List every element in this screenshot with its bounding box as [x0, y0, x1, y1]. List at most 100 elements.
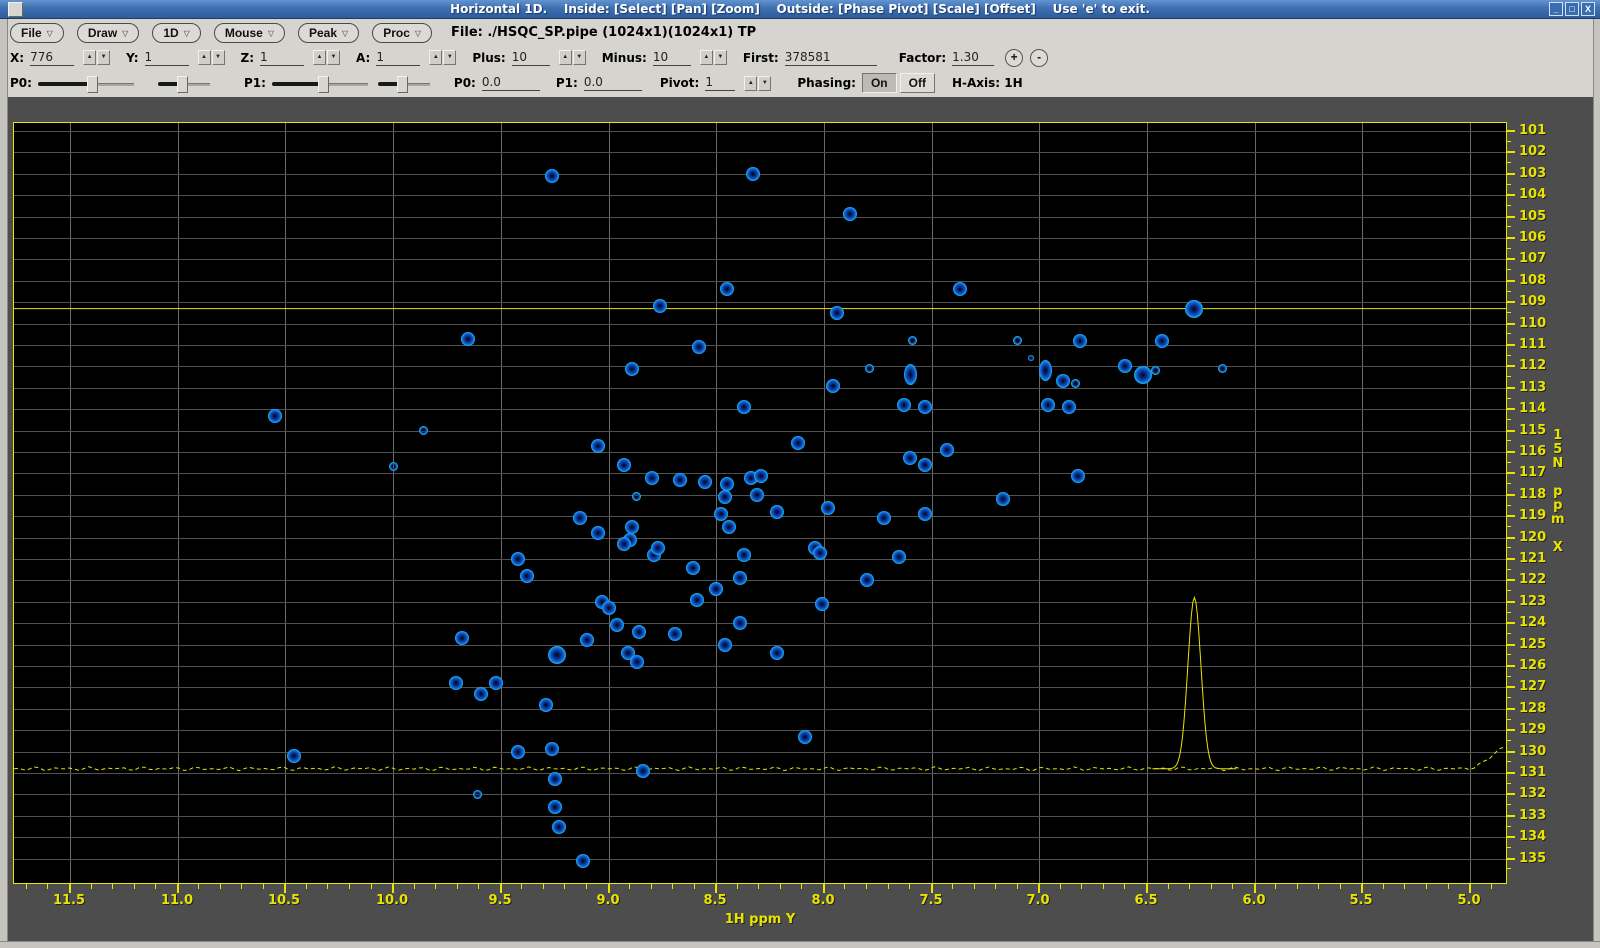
x-axis-tick-label: 7.5: [919, 893, 942, 908]
x-axis-major-tick: [823, 884, 825, 893]
p0-coarse-slider[interactable]: [38, 75, 134, 92]
pivot-field[interactable]: 1: [705, 75, 735, 91]
phasing-label: Phasing:: [797, 76, 856, 90]
gridline-vertical: [501, 123, 502, 883]
phasing-on-button[interactable]: On: [862, 73, 897, 93]
slider-thumb[interactable]: [397, 76, 408, 93]
y-axis-minor-tick: [1507, 333, 1511, 334]
plus-down-button[interactable]: ▼: [573, 50, 586, 65]
a-field[interactable]: 1: [376, 50, 420, 66]
gridline-horizontal: [14, 238, 1506, 239]
factor-field[interactable]: 1.30: [952, 50, 994, 66]
pivot-down-button[interactable]: ▼: [758, 76, 771, 91]
chevron-down-icon: ▽: [415, 29, 421, 38]
phasing-off-button[interactable]: Off: [900, 73, 935, 93]
scale-plus-button[interactable]: +: [1005, 49, 1023, 67]
hsqc-peak: [389, 462, 398, 471]
plus-up-button[interactable]: ▲: [559, 50, 572, 65]
p1-coarse-slider[interactable]: [272, 75, 368, 92]
p0-fine-slider[interactable]: [158, 75, 210, 92]
minimize-button[interactable]: _: [1549, 2, 1563, 16]
y-axis-minor-tick: [1507, 526, 1511, 527]
menu-button-proc[interactable]: Proc▽: [372, 23, 432, 43]
minus-field[interactable]: 10: [653, 50, 691, 66]
p1-fine-slider[interactable]: [378, 75, 430, 92]
factor-label: Factor:: [899, 51, 946, 65]
close-button[interactable]: X: [1581, 2, 1595, 16]
pivot-up-button[interactable]: ▲: [744, 76, 757, 91]
x-down-button[interactable]: ▼: [97, 50, 110, 65]
y-axis-minor-tick: [1507, 847, 1511, 848]
p0-value-field[interactable]: 0.0: [482, 75, 540, 91]
z-spinner: ▲▼: [313, 50, 340, 65]
slider-thumb[interactable]: [177, 76, 188, 93]
minus-spinner: ▲▼: [700, 50, 727, 65]
gridline-horizontal: [14, 174, 1506, 175]
menu-button-file[interactable]: File▽: [10, 23, 64, 43]
x-axis-minor-tick: [457, 884, 458, 889]
gridline-horizontal: [14, 516, 1506, 517]
plus-spinner: ▲▼: [559, 50, 586, 65]
x-axis-major-tick: [1469, 884, 1471, 893]
x-axis-major-tick: [1038, 884, 1040, 893]
x-axis-minor-tick: [26, 884, 27, 889]
x-axis-minor-tick: [1081, 884, 1082, 889]
plus-field[interactable]: 10: [512, 50, 550, 66]
y-axis-tick-label: 111: [1519, 337, 1546, 352]
maximize-button[interactable]: □: [1565, 2, 1579, 16]
menu-button-1d[interactable]: 1D▽: [152, 23, 201, 43]
spectrum-plot[interactable]: [13, 122, 1507, 884]
x-axis-major-tick: [284, 884, 286, 893]
scale-minus-button[interactable]: -: [1030, 49, 1048, 67]
hsqc-peak: [545, 742, 559, 756]
x-up-button[interactable]: ▲: [83, 50, 96, 65]
first-field[interactable]: 378581: [785, 50, 877, 66]
pivot-spinner: ▲ ▼: [744, 76, 771, 91]
x-axis-minor-tick: [198, 884, 199, 889]
x-axis-major-tick: [715, 884, 717, 893]
nmrdraw-window: Horizontal 1D. Inside: [Select] [Pan] [Z…: [0, 0, 1600, 948]
hsqc-peak: [602, 601, 616, 615]
p1-value-field[interactable]: 0.0: [584, 75, 642, 91]
hsqc-peak: [653, 299, 667, 313]
x-axis-minor-tick: [1383, 884, 1384, 889]
y-down-button[interactable]: ▼: [212, 50, 225, 65]
y-axis-minor-tick: [1507, 740, 1511, 741]
y-field[interactable]: 1: [145, 50, 189, 66]
minus-down-button[interactable]: ▼: [714, 50, 727, 65]
gridline-horizontal: [14, 687, 1506, 688]
y-axis-minor-tick: [1507, 761, 1511, 762]
x-axis-minor-tick: [1017, 884, 1018, 889]
slider-thumb[interactable]: [87, 76, 98, 93]
title-bar[interactable]: Horizontal 1D. Inside: [Select] [Pan] [Z…: [0, 0, 1600, 19]
hsqc-peak: [511, 552, 525, 566]
hsqc-peak: [511, 745, 525, 759]
y-axis-minor-tick: [1507, 355, 1511, 356]
gridline-horizontal: [14, 302, 1506, 303]
hsqc-peak: [576, 854, 590, 868]
z-down-button[interactable]: ▼: [327, 50, 340, 65]
a-up-button[interactable]: ▲: [429, 50, 442, 65]
z-up-button[interactable]: ▲: [313, 50, 326, 65]
x-axis-minor-tick: [780, 884, 781, 889]
a-down-button[interactable]: ▼: [443, 50, 456, 65]
x-axis-title: 1H ppm Y: [725, 912, 796, 927]
slider-thumb[interactable]: [318, 76, 329, 93]
menu-button-mouse[interactable]: Mouse▽: [214, 23, 285, 43]
menu-button-peak[interactable]: Peak▽: [298, 23, 359, 43]
x-axis-minor-tick: [909, 884, 910, 889]
y-up-button[interactable]: ▲: [198, 50, 211, 65]
p0-value-label: P0:: [454, 76, 476, 90]
y-axis-tick-label: 129: [1519, 722, 1546, 737]
a-label: A:: [356, 51, 370, 65]
x-field[interactable]: 776: [30, 50, 74, 66]
x-axis-minor-tick: [371, 884, 372, 889]
minus-up-button[interactable]: ▲: [700, 50, 713, 65]
gridline-horizontal: [14, 559, 1506, 560]
hsqc-peak: [617, 537, 631, 551]
menu-button-draw[interactable]: Draw▽: [77, 23, 140, 43]
gridline-horizontal: [14, 259, 1506, 260]
z-field[interactable]: 1: [260, 50, 304, 66]
window-menu-icon[interactable]: [8, 2, 23, 17]
hsqc-peak: [940, 443, 954, 457]
